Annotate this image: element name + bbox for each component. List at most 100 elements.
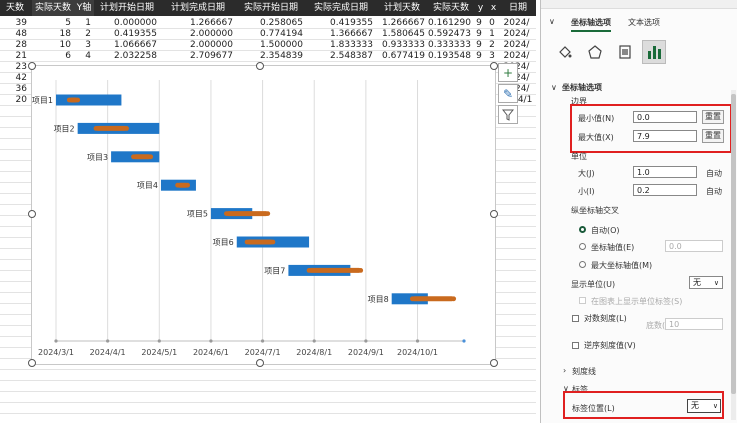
- show-units-checkbox[interactable]: [579, 297, 586, 304]
- minor-unit-auto[interactable]: 自动: [706, 186, 722, 197]
- x-axis-tick: [364, 339, 368, 343]
- actual-end-marker: [265, 211, 271, 217]
- cross-max-label: 最大坐标轴值(M): [591, 261, 653, 270]
- major-unit-input[interactable]: 1.0: [633, 166, 697, 178]
- x-tick-label: 2024/4/1: [90, 348, 126, 357]
- cross-auto-radio[interactable]: [579, 226, 586, 233]
- chevron-down-icon: ∨: [549, 17, 555, 26]
- actual-bar: [247, 239, 273, 245]
- display-units-select[interactable]: 无 ∨: [689, 276, 723, 289]
- column-header[interactable]: x: [487, 0, 500, 16]
- category-label: 项目8: [368, 295, 389, 304]
- column-header[interactable]: y: [474, 0, 487, 16]
- actual-bar: [412, 296, 454, 302]
- axis-options-icon[interactable]: [642, 40, 666, 64]
- chart-plot: 2024/3/1 2024/4/1 2024/5/1 2024/6/1 2024/7/1…: [32, 80, 466, 357]
- x-tick-label: 2024/10/1: [397, 348, 438, 357]
- size-properties-icon[interactable]: [617, 44, 633, 60]
- filter-icon: [502, 109, 514, 121]
- cross-auto-label: 自动(O): [591, 226, 620, 235]
- units-label: 单位: [571, 152, 587, 161]
- cross-value-radio[interactable]: [579, 243, 586, 250]
- resize-handle-bottom-right[interactable]: [490, 359, 498, 367]
- x-tick-label: 2024/7/1: [245, 348, 281, 357]
- section-tick-marks[interactable]: 刻度线: [572, 366, 596, 377]
- chevron-down-icon: ∨: [713, 279, 719, 287]
- column-header[interactable]: 天数: [0, 0, 30, 16]
- effects-icon[interactable]: [587, 44, 603, 60]
- log-base-input[interactable]: 10: [665, 318, 723, 330]
- chart-styles-button[interactable]: ✎: [498, 84, 518, 103]
- brush-icon: ✎: [502, 86, 514, 101]
- actual-end-marker: [358, 268, 364, 273]
- column-header-row: 天数 实际天数 Y轴 计划开始日期 计划完成日期 实际开始日期 实际完成日期 计划天数 实际天数…: [0, 0, 536, 16]
- category-label: 项目6: [213, 238, 234, 247]
- x-axis-tick: [209, 339, 213, 343]
- resize-handle-bottom-left[interactable]: [28, 359, 36, 367]
- pane-scrollbar-thumb[interactable]: [731, 94, 736, 394]
- column-header[interactable]: 实际天数: [428, 0, 474, 16]
- actual-end-marker: [270, 239, 276, 245]
- grid-line: [0, 413, 536, 414]
- pane-scrollbar[interactable]: [731, 90, 736, 420]
- x-axis-tick: [415, 339, 420, 343]
- category-label: 项目2: [54, 124, 75, 133]
- actual-end-marker: [451, 296, 457, 302]
- plus-icon: +: [502, 65, 514, 80]
- chart-elements-button[interactable]: +: [498, 63, 518, 82]
- column-header[interactable]: 计划开始日期: [94, 0, 160, 16]
- cross-value-input[interactable]: 0.0: [665, 240, 723, 252]
- gantt-chart[interactable]: 2024/3/1 2024/4/1 2024/5/1 2024/6/1 2024/7/1…: [31, 65, 496, 365]
- resize-handle-bottom[interactable]: [256, 359, 264, 367]
- display-units-label: 显示单位(U): [571, 280, 616, 289]
- resize-handle-top-left[interactable]: [28, 62, 36, 70]
- chart-tools: + ✎: [498, 63, 520, 126]
- category-label: 项目4: [137, 181, 158, 190]
- x-axis-tick: [260, 339, 265, 343]
- actual-bar: [226, 211, 268, 217]
- log-scale-checkbox[interactable]: [572, 315, 579, 322]
- actual-end-marker: [185, 182, 191, 188]
- log-scale-label: 对数刻度(L): [584, 314, 627, 323]
- cross-max-radio[interactable]: [579, 261, 586, 268]
- x-tick-label: 2024/8/1: [296, 348, 332, 357]
- column-header[interactable]: 日期: [500, 0, 536, 16]
- actual-end-marker: [124, 126, 129, 131]
- x-axis-tick: [54, 339, 58, 343]
- actual-start-marker: [409, 296, 415, 302]
- major-unit-auto[interactable]: 自动: [706, 168, 722, 179]
- actual-start-marker: [131, 154, 136, 160]
- chart-filters-button[interactable]: [498, 105, 518, 124]
- bounds-highlight: [570, 104, 732, 153]
- actual-start-marker: [175, 182, 181, 188]
- resize-handle-top-right[interactable]: [490, 62, 498, 70]
- actual-bar: [309, 267, 361, 273]
- pane-top-strip: [541, 0, 737, 9]
- resize-handle-top[interactable]: [256, 62, 264, 70]
- grid-line: [0, 39, 536, 40]
- fill-line-icon[interactable]: [557, 44, 573, 60]
- tab-axis-options[interactable]: 坐标轴选项: [571, 17, 611, 32]
- actual-start-marker: [306, 268, 312, 273]
- x-tick-label: 2024/3/1: [38, 348, 74, 357]
- column-header[interactable]: 实际天数: [32, 0, 74, 16]
- actual-end-marker: [148, 154, 154, 160]
- tab-text-options[interactable]: 文本选项: [628, 17, 660, 28]
- column-header[interactable]: 计划天数: [376, 0, 428, 16]
- x-tick-label: 2024/5/1: [141, 348, 177, 357]
- column-header[interactable]: 实际完成日期: [306, 0, 376, 16]
- label-position-highlight: [563, 391, 724, 419]
- category-label: 项目1: [32, 96, 53, 105]
- vertical-axis-crosses-label: 纵坐标轴交叉: [571, 206, 619, 215]
- major-unit-label: 大(J): [578, 169, 595, 178]
- section-axis-options[interactable]: 坐标轴选项: [562, 82, 602, 93]
- minor-unit-input[interactable]: 0.2: [633, 184, 697, 196]
- resize-handle-left[interactable]: [28, 210, 36, 218]
- spreadsheet-area[interactable]: 天数 实际天数 Y轴 计划开始日期 计划完成日期 实际开始日期 实际完成日期 计划天数 实际天数…: [0, 0, 536, 423]
- column-header[interactable]: Y轴: [74, 0, 94, 16]
- reverse-values-checkbox[interactable]: [572, 342, 579, 349]
- resize-handle-right[interactable]: [490, 210, 498, 218]
- column-header[interactable]: 实际开始日期: [236, 0, 306, 16]
- column-header[interactable]: 计划完成日期: [160, 0, 236, 16]
- category-label: 项目7: [264, 266, 285, 275]
